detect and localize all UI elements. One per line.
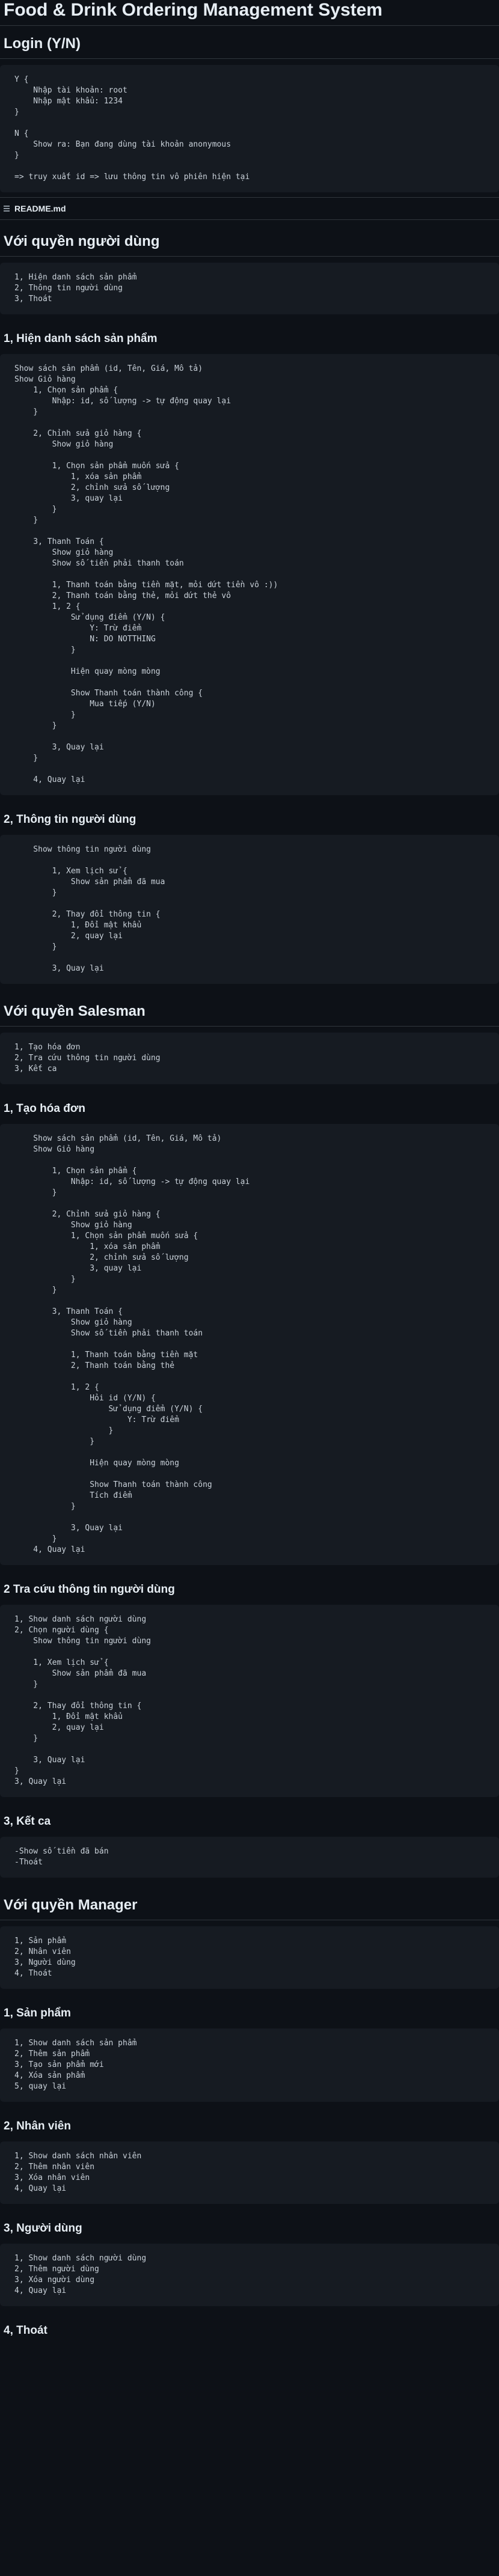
user-products-heading: 1, Hiện danh sách sản phẩm: [4, 332, 158, 345]
manager-role-section: 1, Sản phẩm 2, Nhân viên 3, Người dùng 4…: [0, 1926, 499, 2346]
salesman-menu-code-block: 1, Tạo hóa đơn 2, Tra cứu thông tin ngườ…: [0, 1033, 499, 1084]
manager-exit-heading: 4, Thoát: [4, 2324, 47, 2337]
login-heading: Login (Y/N): [0, 26, 499, 59]
manager-products-heading: 1, Sản phẩm: [4, 2007, 71, 2019]
manager-users-heading: 3, Người dùng: [4, 2222, 82, 2235]
manager-role-heading: Với quyền Manager: [0, 1887, 499, 1920]
user-info-code-block: Show thông tin người dùng 1, Xem lịch sử…: [0, 835, 499, 984]
readme-page: Food & Drink Ordering Management System …: [0, 0, 499, 2370]
login-section: Y { Nhập tài khoản: root Nhập mật khẩu: …: [0, 65, 499, 192]
login-code-block: Y { Nhập tài khoản: root Nhập mật khẩu: …: [0, 65, 499, 192]
salesman-shift-heading: 3, Kết ca: [4, 1815, 51, 1828]
user-role-heading: Với quyền người dùng: [0, 224, 499, 257]
list-icon[interactable]: [4, 206, 10, 212]
user-products-code-block: Show sách sản phẩm (id, Tên, Giá, Mô tả)…: [0, 354, 499, 795]
page-title: Food & Drink Ordering Management System: [0, 0, 499, 26]
manager-menu-code-block: 1, Sản phẩm 2, Nhân viên 3, Người dùng 4…: [0, 1926, 499, 1989]
manager-staff-code-block: 1, Show danh sách nhân viên 2, Thêm nhân…: [0, 2141, 499, 2204]
readme-file-header[interactable]: README.md: [0, 197, 499, 220]
salesman-lookup-heading: 2 Tra cứu thông tin người dùng: [4, 1583, 175, 1596]
manager-staff-heading: 2, Nhân viên: [4, 2120, 71, 2132]
salesman-invoice-code-block: Show sách sản phẩm (id, Tên, Giá, Mô tả)…: [0, 1124, 499, 1565]
salesman-role-heading: Với quyền Salesman: [0, 993, 499, 1027]
salesman-shift-code-block: -Show số tiền đã bán -Thoát: [0, 1837, 499, 1878]
user-info-heading: 2, Thông tin người dùng: [4, 813, 136, 826]
readme-file-name: README.md: [14, 204, 66, 213]
user-menu-code-block: 1, Hiện danh sách sản phẩm 2, Thông tin …: [0, 263, 499, 314]
salesman-lookup-code-block: 1, Show danh sách người dùng 2, Chọn ngư…: [0, 1605, 499, 1797]
manager-users-code-block: 1, Show danh sách người dùng 2, Thêm ngư…: [0, 2244, 499, 2306]
salesman-role-section: 1, Tạo hóa đơn 2, Tra cứu thông tin ngườ…: [0, 1033, 499, 1878]
user-role-section: 1, Hiện danh sách sản phẩm 2, Thông tin …: [0, 263, 499, 984]
manager-products-code-block: 1, Show danh sách sản phẩm 2, Thêm sản p…: [0, 2028, 499, 2102]
salesman-invoice-heading: 1, Tạo hóa đơn: [4, 1102, 85, 1115]
